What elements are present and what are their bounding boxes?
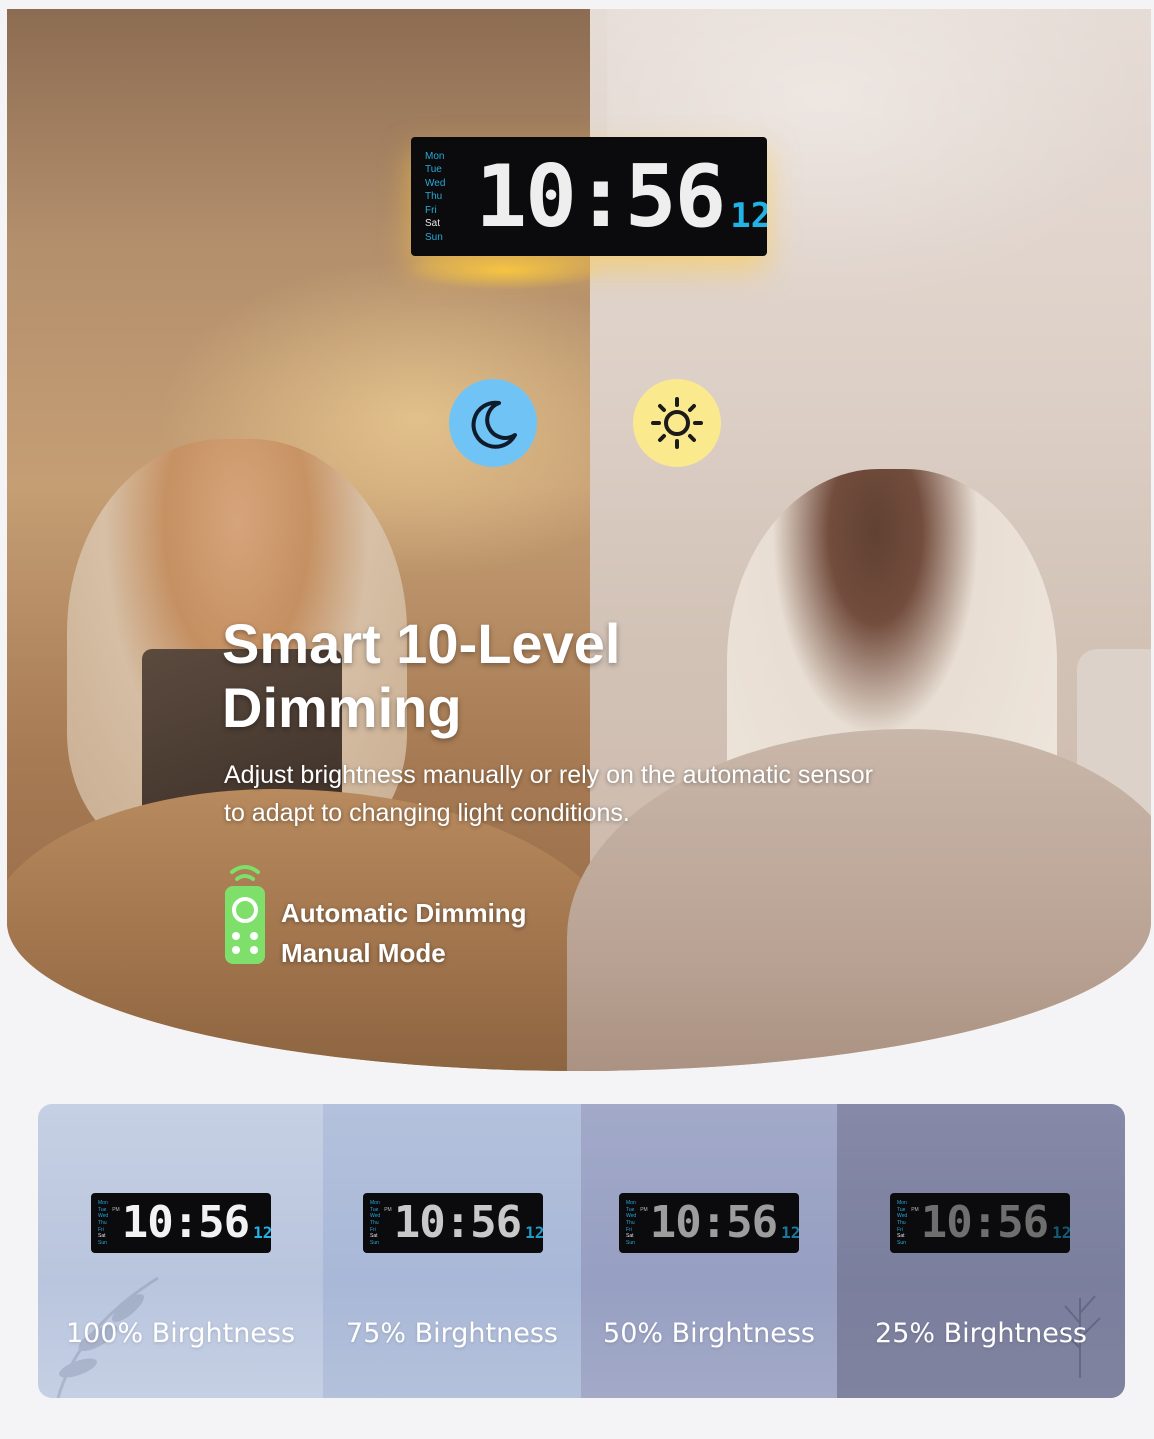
weekday: Wed [370, 1213, 381, 1220]
clock-side-readout: 78 12.25 [730, 158, 767, 236]
clock-time: 10:56 [920, 1197, 1049, 1248]
clock-ampm: PM [640, 1207, 648, 1213]
clock-date: 12.25 [253, 1223, 271, 1242]
description: Adjust brightness manually or rely on th… [224, 756, 984, 832]
weekday: Wed [626, 1213, 637, 1220]
weekday: Mon [370, 1200, 380, 1206]
weekday: Fri [370, 1226, 376, 1233]
weekday-list: Mon Tue Wed Thu Fri Sat Sun [626, 1200, 636, 1246]
weekday-list: Mon Tue Wed Thu Fri Sat Sun [98, 1200, 108, 1246]
clock-temperature: 78 [525, 1204, 543, 1223]
remote-control-icon [222, 862, 268, 966]
clock-date: 12.25 [730, 195, 767, 236]
led-clock-75: Mon Tue Wed Thu Fri Sat Sun PM 10:56 78 … [363, 1193, 543, 1253]
weekday: Thu [425, 191, 443, 202]
feature-automatic-dimming: Automatic Dimming [281, 898, 527, 928]
weekday-active: Sat [897, 1233, 905, 1240]
weekday-active: Sat [98, 1233, 106, 1240]
clock-temperature: 78 [730, 158, 767, 196]
weekday: Fri [626, 1226, 632, 1233]
brightness-label-75: 75% Birghtness [346, 1318, 558, 1349]
weekday: Wed [897, 1213, 908, 1220]
weekday: Mon [98, 1200, 108, 1206]
main-led-clock: Mon Tue Wed Thu Fri Sat Sun 10:56 78 12.… [411, 137, 767, 256]
weekday: Mon [897, 1200, 907, 1206]
clock-date: 12.25 [525, 1223, 543, 1242]
brightness-label-100: 100% Birghtness [65, 1318, 296, 1349]
brightness-panel-75: Mon Tue Wed Thu Fri Sat Sun PM 10:56 78 … [323, 1104, 581, 1398]
weekday: Thu [626, 1219, 635, 1226]
weekday: Wed [425, 177, 446, 189]
weekday: Thu [370, 1219, 379, 1226]
clock-side-readout: 78 12.25 [781, 1204, 799, 1242]
brightness-panel-100: Mon Tue Wed Thu Fri Sat Sun PM 10:56 78 … [38, 1104, 323, 1398]
weekday: Tue [98, 1206, 107, 1213]
headline-line-2: Dimming [222, 676, 462, 739]
brightness-label-25: 25% Birghtness [875, 1318, 1087, 1349]
weekday: Sun [897, 1239, 906, 1246]
clock-date: 12.25 [781, 1223, 799, 1242]
weekday: Sun [370, 1239, 379, 1246]
weekday-active: Sat [425, 218, 441, 229]
brightness-panel-25: Mon Tue Wed Thu Fri Sat Sun PM 10:56 78 … [837, 1104, 1125, 1398]
weekday: Mon [626, 1200, 636, 1206]
weekday: Sun [626, 1239, 635, 1246]
weekday: Fri [98, 1226, 104, 1233]
moon-icon [449, 379, 537, 467]
description-line-1: Adjust brightness manually or rely on th… [224, 761, 873, 789]
weekday-active: Sat [626, 1233, 634, 1240]
weekday-list: Mon Tue Wed Thu Fri Sat Sun [370, 1200, 380, 1246]
clock-time: 10:56 [649, 1197, 778, 1248]
headline: Smart 10-Level Dimming [222, 612, 782, 740]
clock-temperature: 78 [253, 1204, 271, 1223]
weekday: Thu [897, 1219, 906, 1226]
weekday: Tue [626, 1206, 635, 1213]
weekday: Wed [98, 1213, 109, 1220]
clock-temperature: 78 [781, 1204, 799, 1223]
weekday-list: Mon Tue Wed Thu Fri Sat Sun [425, 151, 445, 243]
sun-icon [633, 379, 721, 467]
clock-time: 10:56 [393, 1197, 522, 1248]
clock-side-readout: 78 12.25 [1052, 1204, 1070, 1242]
weekday-active: Sat [370, 1233, 378, 1240]
clock-ampm: PM [911, 1207, 919, 1213]
weekday: Tue [897, 1206, 906, 1213]
clock-side-readout: 78 12.25 [525, 1204, 543, 1242]
clock-temperature: 78 [1052, 1204, 1070, 1223]
weekday: Thu [98, 1219, 107, 1226]
clock-date: 12.25 [1052, 1223, 1070, 1242]
clock-time: 10:56 [121, 1197, 250, 1248]
led-clock-100: Mon Tue Wed Thu Fri Sat Sun PM 10:56 78 … [91, 1193, 271, 1253]
weekday: Tue [370, 1206, 379, 1213]
clock-ampm: PM [112, 1207, 120, 1213]
brightness-panel-50: Mon Tue Wed Thu Fri Sat Sun PM 10:56 78 … [581, 1104, 837, 1398]
led-clock-25: Mon Tue Wed Thu Fri Sat Sun PM 10:56 78 … [890, 1193, 1070, 1253]
weekday: Sun [425, 231, 443, 243]
weekday: Tue [425, 164, 442, 175]
weekday: Fri [897, 1226, 903, 1233]
feature-manual-mode: Manual Mode [281, 938, 446, 968]
brightness-label-50: 50% Birghtness [603, 1318, 815, 1349]
brightness-comparison: Mon Tue Wed Thu Fri Sat Sun PM 10:56 78 … [38, 1104, 1125, 1398]
weekday: Sun [98, 1239, 107, 1246]
clock-side-readout: 78 12.25 [253, 1204, 271, 1242]
headline-line-1: Smart 10-Level [222, 612, 621, 675]
clock-time: 10:56 [475, 146, 726, 247]
clock-underglow [405, 250, 605, 290]
led-clock-50: Mon Tue Wed Thu Fri Sat Sun PM 10:56 78 … [619, 1193, 799, 1253]
description-line-2: to adapt to changing light conditions. [224, 799, 630, 827]
weekday: Mon [425, 150, 445, 162]
weekday-list: Mon Tue Wed Thu Fri Sat Sun [897, 1200, 907, 1246]
weekday: Fri [425, 204, 437, 216]
clock-ampm: PM [384, 1207, 392, 1213]
